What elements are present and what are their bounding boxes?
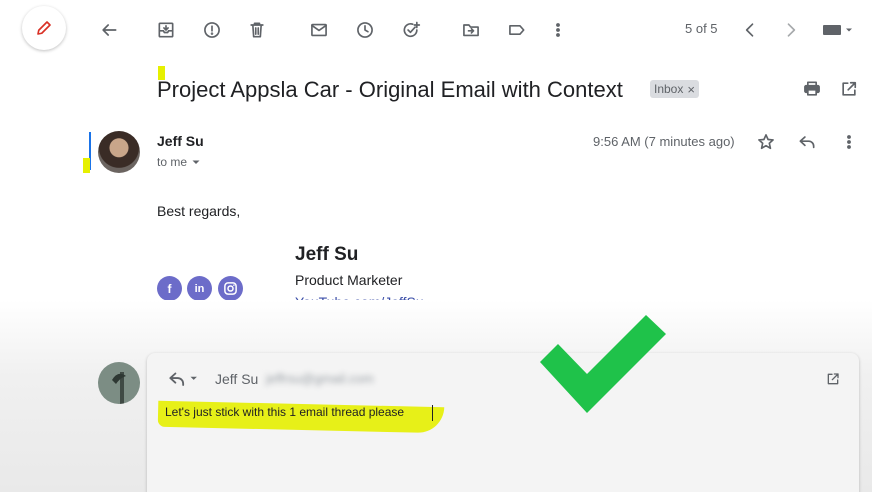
reply-body-text[interactable]: Let's just stick with this 1 email threa… xyxy=(165,405,404,419)
archive-button[interactable] xyxy=(150,14,182,46)
signature-title: Product Marketer xyxy=(295,272,403,288)
text-cursor xyxy=(432,405,433,421)
reply-type-dropdown[interactable] xyxy=(162,363,208,395)
print-icon xyxy=(804,81,820,96)
linkedin-icon[interactable]: in xyxy=(187,276,212,301)
avatar-figure-icon xyxy=(112,372,126,404)
move-to-button[interactable] xyxy=(455,14,487,46)
inbox-label-chip: Inbox × xyxy=(650,80,699,98)
more-options-button[interactable] xyxy=(542,14,574,46)
newer-button[interactable] xyxy=(734,14,766,46)
email-subject: Project Appsla Car - Original Email with… xyxy=(157,77,623,102)
snooze-button[interactable] xyxy=(349,14,381,46)
remove-label-icon[interactable]: × xyxy=(687,82,695,97)
mail-icon xyxy=(311,23,327,37)
delete-button[interactable] xyxy=(241,14,273,46)
signature-name: Jeff Su xyxy=(295,244,359,265)
reply-button[interactable] xyxy=(791,126,823,158)
caret-down-icon xyxy=(192,160,200,164)
compose-button[interactable] xyxy=(22,6,66,50)
checkmark-icon xyxy=(540,315,666,413)
pop-out-reply-button[interactable] xyxy=(817,363,849,395)
recipient-details[interactable]: to me xyxy=(157,155,201,169)
back-button[interactable] xyxy=(93,14,125,46)
instagram-glyph xyxy=(224,282,237,295)
sender-name[interactable]: Jeff Su xyxy=(157,133,204,149)
clock-icon xyxy=(357,22,373,38)
star-button[interactable] xyxy=(750,126,782,158)
arrow-left-icon xyxy=(102,24,117,36)
pager-count: 5 of 5 xyxy=(685,21,718,36)
older-button[interactable] xyxy=(775,14,807,46)
reply-avatar xyxy=(98,362,140,404)
reply-sender-name: Jeff Su xyxy=(215,371,259,387)
pencil-icon xyxy=(37,21,51,35)
sender-avatar[interactable] xyxy=(98,131,140,173)
chevron-right-icon xyxy=(787,23,796,37)
print-button[interactable] xyxy=(796,73,828,105)
trash-icon xyxy=(250,22,264,38)
facebook-icon[interactable]: f xyxy=(157,276,182,301)
star-icon xyxy=(758,134,774,150)
archive-icon xyxy=(158,22,174,38)
chevron-left-icon xyxy=(745,23,754,37)
open-in-new-icon xyxy=(842,81,857,96)
reply-icon xyxy=(169,372,197,386)
reply-sender-email: jeffrsu@gmail.com xyxy=(266,371,374,386)
add-to-tasks-button[interactable] xyxy=(395,14,427,46)
open-new-window-button[interactable] xyxy=(833,73,865,105)
recipient-text: to me xyxy=(157,155,188,169)
message-more-button[interactable] xyxy=(833,126,865,158)
inbox-label-text: Inbox xyxy=(654,82,684,96)
instagram-icon[interactable] xyxy=(218,276,243,301)
highlight-mark xyxy=(83,158,90,173)
input-tools-button[interactable] xyxy=(818,14,858,46)
more-vert-icon xyxy=(556,23,560,37)
add-task-icon xyxy=(403,21,421,38)
keyboard-icon xyxy=(823,25,852,35)
message-time: 9:56 AM (7 minutes ago) xyxy=(593,134,735,149)
folder-move-icon xyxy=(463,24,479,37)
email-body: Best regards, xyxy=(157,203,241,219)
label-icon xyxy=(509,25,525,36)
spam-icon xyxy=(204,22,220,38)
more-vert-icon xyxy=(847,135,851,149)
reply-icon xyxy=(799,136,815,149)
mark-unread-button[interactable] xyxy=(303,14,335,46)
report-spam-button[interactable] xyxy=(196,14,228,46)
open-in-new-icon xyxy=(827,373,839,385)
labels-button[interactable] xyxy=(501,14,533,46)
